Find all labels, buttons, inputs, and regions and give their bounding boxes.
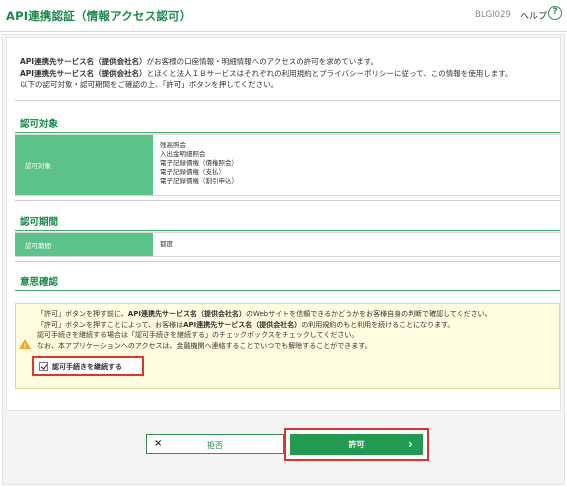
section-underline: [15, 230, 560, 231]
approve-button[interactable]: 許可 ›: [290, 434, 423, 455]
scope-item: 入出金明細照会: [160, 150, 206, 158]
divider: [15, 100, 560, 101]
page-header: API連携認証（情報アクセス認可） BLGI029 ヘルプ ?: [0, 0, 567, 32]
scope-item: 電子記録債権（割引申込）: [160, 177, 238, 185]
approve-button-label: 許可: [348, 440, 365, 449]
reject-button-label: 拒否: [207, 441, 223, 450]
service-name: API連携先サービス名（提供会社名）: [20, 68, 147, 78]
divider: [15, 200, 560, 201]
divider: [15, 261, 560, 262]
warning-mark: !: [23, 342, 27, 350]
period-section-title: 認可期間: [20, 217, 59, 228]
reject-button[interactable]: × 拒否: [146, 434, 284, 454]
scope-row: 認可対象 残高照会 入出金明細照会 電子記録債権（債権照会） 電子記録債権（支払…: [15, 134, 560, 196]
scope-label: 認可対象: [15, 135, 153, 195]
scope-item: 電子記録債権（支払）: [160, 168, 225, 176]
period-label: 認可期間: [15, 233, 153, 256]
period-value: 都度: [160, 240, 173, 248]
intro-text: API連携先サービス名（提供会社名）がお客様の口座情報・明細情報へのアクセスの許…: [20, 57, 513, 89]
screen-id: BLGI029: [475, 10, 511, 20]
scope-section-title: 認可対象: [20, 119, 59, 130]
continue-checkbox[interactable]: [39, 362, 48, 371]
scope-list: 残高照会 入出金明細照会 電子記録債権（債権照会） 電子記録債権（支払） 電子記…: [160, 141, 238, 186]
section-underline: [15, 132, 560, 133]
scope-item: 残高照会: [160, 141, 186, 149]
period-row: 認可期間 都度: [15, 232, 560, 257]
authorization-panel: API連携先サービス名（提供会社名）がお客様の口座情報・明細情報へのアクセスの許…: [6, 37, 561, 411]
content-area: API連携先サービス名（提供会社名）がお客様の口座情報・明細情報へのアクセスの許…: [2, 34, 565, 485]
continue-checkbox-label[interactable]: 認可手続きを継続する: [52, 362, 122, 372]
chevron-right-icon: ›: [408, 437, 413, 451]
notice-text: 「許可」ボタンを押す前に、API連携先サービス名（提供会社名）のWebサイトを信…: [37, 310, 492, 350]
scope-item: 電子記録債権（債権照会）: [160, 159, 238, 167]
section-underline: [15, 290, 560, 291]
continue-checkbox-highlight: 認可手続きを継続する: [32, 356, 144, 376]
help-icon[interactable]: ?: [548, 6, 562, 20]
approve-button-highlight: 許可 ›: [284, 428, 429, 461]
confirm-section-title: 意思確認: [20, 277, 59, 288]
page-title: API連携認証（情報アクセス認可）: [6, 9, 192, 23]
help-link[interactable]: ヘルプ: [520, 9, 547, 22]
service-name: API連携先サービス名（提供会社名）: [20, 57, 147, 66]
consent-notice: ! 「許可」ボタンを押す前に、API連携先サービス名（提供会社名）のWebサイト…: [15, 303, 560, 389]
